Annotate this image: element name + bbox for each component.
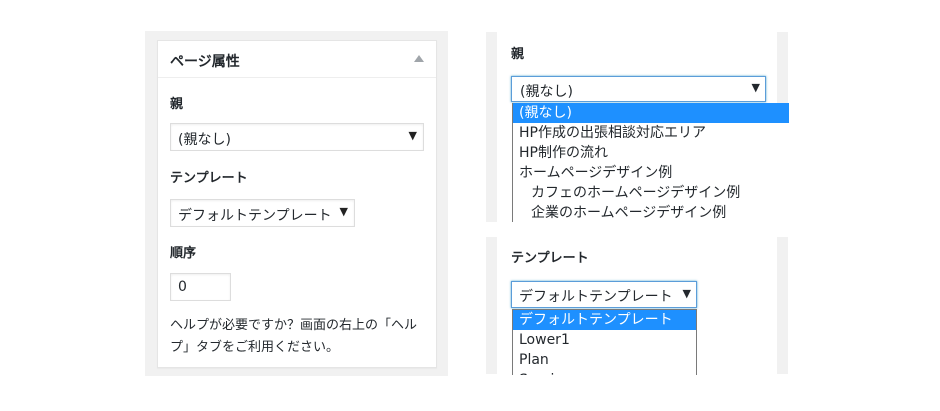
parent-dropdown-option[interactable]: 企業のホームページデザイン例 [513, 203, 789, 222]
order-input-value: 0 [178, 279, 187, 295]
metabox-header[interactable]: ページ属性 [158, 41, 436, 78]
order-input[interactable]: 0 [170, 273, 231, 301]
parent-select-open[interactable]: (親なし) ▼ [511, 76, 766, 102]
template-label: テンプレート [170, 171, 248, 186]
parent-dropdown-option[interactable]: HP制作の流れ [513, 143, 789, 163]
parent-select-value: (親なし) [178, 132, 231, 148]
template-dropdown-option[interactable]: デフォルトテンプレート [513, 310, 696, 330]
parent-dropdown-option[interactable]: (親なし) [513, 103, 789, 123]
collapse-triangle-icon[interactable] [414, 55, 424, 62]
caret-down-icon: ▼ [408, 129, 417, 142]
template-label-zoom: テンプレート [511, 251, 589, 266]
template-dropdown-list: デフォルトテンプレートLower1PlanService [512, 309, 697, 375]
metabox-title: ページ属性 [170, 54, 240, 70]
template-select-open-value: デフォルトテンプレート [519, 289, 673, 305]
parent-select-open-value: (親なし) [520, 84, 573, 100]
caret-down-icon: ▼ [339, 205, 348, 218]
parent-dropdown-option[interactable]: カフェのホームページデザイン例 [513, 183, 789, 203]
template-dropdown-option[interactable]: Service [513, 370, 696, 375]
template-dropdown-option[interactable]: Plan [513, 350, 696, 370]
template-dropdown-option[interactable]: Lower1 [513, 330, 696, 350]
caret-down-icon: ▼ [682, 287, 691, 300]
parent-dropdown-option[interactable]: ホームページデザイン例 [513, 163, 789, 183]
template-select-open[interactable]: デフォルトテンプレート ▼ [511, 281, 697, 308]
help-text: ヘルプが必要ですか？画面の右上の「ヘルプ」タブをご利用ください。 [170, 318, 418, 355]
parent-select[interactable]: (親なし) ▼ [170, 123, 424, 151]
page-attributes-metabox: ページ属性 親 (親なし) ▼ テンプレート デフォルトテンプレート ▼ 順序 … [157, 40, 437, 368]
parent-label: 親 [170, 97, 184, 112]
template-select-value: デフォルトテンプレート [178, 208, 332, 224]
parent-label-zoom: 親 [511, 47, 525, 62]
order-label: 順序 [170, 246, 197, 261]
template-select[interactable]: デフォルトテンプレート ▼ [170, 199, 355, 227]
parent-dropdown-list: (親なし) HP作成の出張相談対応エリア HP制作の流れ ホームページデザイン例 カフェ… [512, 103, 789, 222]
caret-down-icon: ▼ [751, 81, 760, 94]
parent-dropdown-option[interactable]: HP作成の出張相談対応エリア [513, 123, 789, 143]
